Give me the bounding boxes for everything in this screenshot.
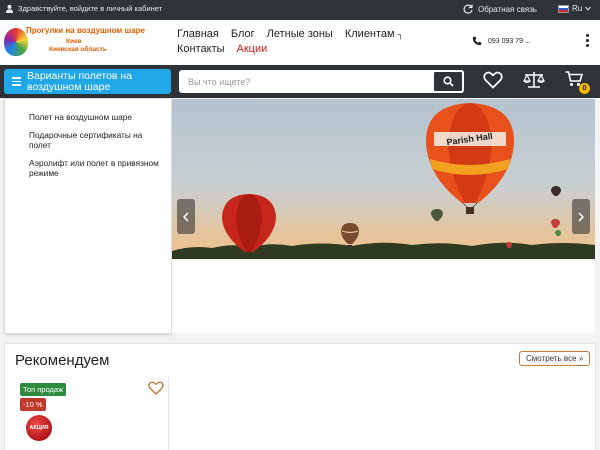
category-item-gift-certificates[interactable]: Подарочные сертификаты на полет [29,130,159,150]
banner-prev-button[interactable] [177,199,195,234]
category-item-balloon-flight[interactable]: Полет на воздушном шаре [29,112,159,122]
user-icon [5,4,14,13]
search-bar-row: Варианты полетов на воздушном шаре 0 [0,65,600,98]
hamburger-icon [12,77,21,86]
promo-sticker-icon: АКЦИЯ [26,415,52,441]
see-all-button[interactable]: Смотреть все » [519,351,591,366]
product-card[interactable]: Топ продаж -10 % АКЦИЯ [16,377,169,450]
main-nav: Главная Блог Летные зоны Клиентам Контак… [177,27,403,57]
discount-badge: -10 % [20,398,46,411]
login-text: Здравствуйте, войдите в личный кабинет [18,4,163,13]
catalog-button[interactable]: Варианты полетов на воздушном шаре [4,69,171,94]
site-header: Прогулки на воздушном шаре Киев Киевская… [0,20,600,65]
refresh-icon [463,4,473,14]
search-button[interactable] [432,70,464,93]
category-item-tethered-flight[interactable]: Аэролифт или полет в привязном режиме [29,158,159,178]
cart-button[interactable]: 0 [565,71,591,95]
scales-icon [523,72,545,88]
chevron-left-icon [183,211,189,222]
chevron-right-icon [578,211,584,222]
more-menu-icon[interactable] [586,34,589,47]
feedback-label: Обратная связь [478,4,537,14]
recommended-section: Рекомендуем Смотреть все » Топ продаж -1… [4,343,596,450]
login-link[interactable]: Здравствуйте, войдите в личный кабинет [5,4,162,13]
balloon-logo-icon [4,28,28,56]
add-to-wishlist-button[interactable] [148,381,164,400]
hero-banner: Parish Hall [172,99,595,259]
heart-icon [483,71,503,89]
logo-line-3: Киевская область [49,46,107,53]
heart-icon [148,381,164,395]
nav-home[interactable]: Главная [177,27,219,42]
category-menu: Полет на воздушном шаре Подарочные серти… [4,98,172,334]
top-sales-badge: Топ продаж [20,383,67,396]
logo-line-2: Киев [66,38,82,45]
nav-promotions[interactable]: Акции [237,42,268,57]
phone-icon [472,36,482,46]
language-label: Ru [572,4,583,13]
recommended-title: Рекомендуем [15,352,110,369]
language-switcher[interactable]: Ru [558,4,592,13]
phone-number: 093 093 79 ... [488,37,531,45]
search-input[interactable] [179,70,429,93]
chevron-down-icon [585,6,592,11]
site-logo[interactable]: Прогулки на воздушном шаре Киев Киевская… [4,26,145,66]
wishlist-button[interactable] [483,71,503,94]
phone-link[interactable]: 093 093 79 ... [472,36,531,46]
compare-button[interactable] [523,71,545,94]
search-icon [442,76,454,87]
content-area [172,259,595,333]
logo-line-1: Прогулки на воздушном шаре [26,26,145,35]
top-bar: Здравствуйте, войдите в личный кабинет О… [0,0,600,20]
hot-air-balloons-image: Parish Hall [172,103,595,259]
banner-next-button[interactable] [572,199,590,234]
feedback-link[interactable]: Обратная связь [463,4,537,14]
catalog-label: Варианты полетов на воздушном шаре [27,69,133,93]
nav-clients[interactable]: Клиентам [345,27,403,42]
search-box [179,70,464,93]
nav-flight-zones[interactable]: Летные зоны [267,27,333,42]
nav-blog[interactable]: Блог [231,27,255,42]
nav-contacts[interactable]: Контакты [177,42,225,57]
cart-count-badge: 0 [579,83,590,94]
flag-icon [558,4,569,13]
